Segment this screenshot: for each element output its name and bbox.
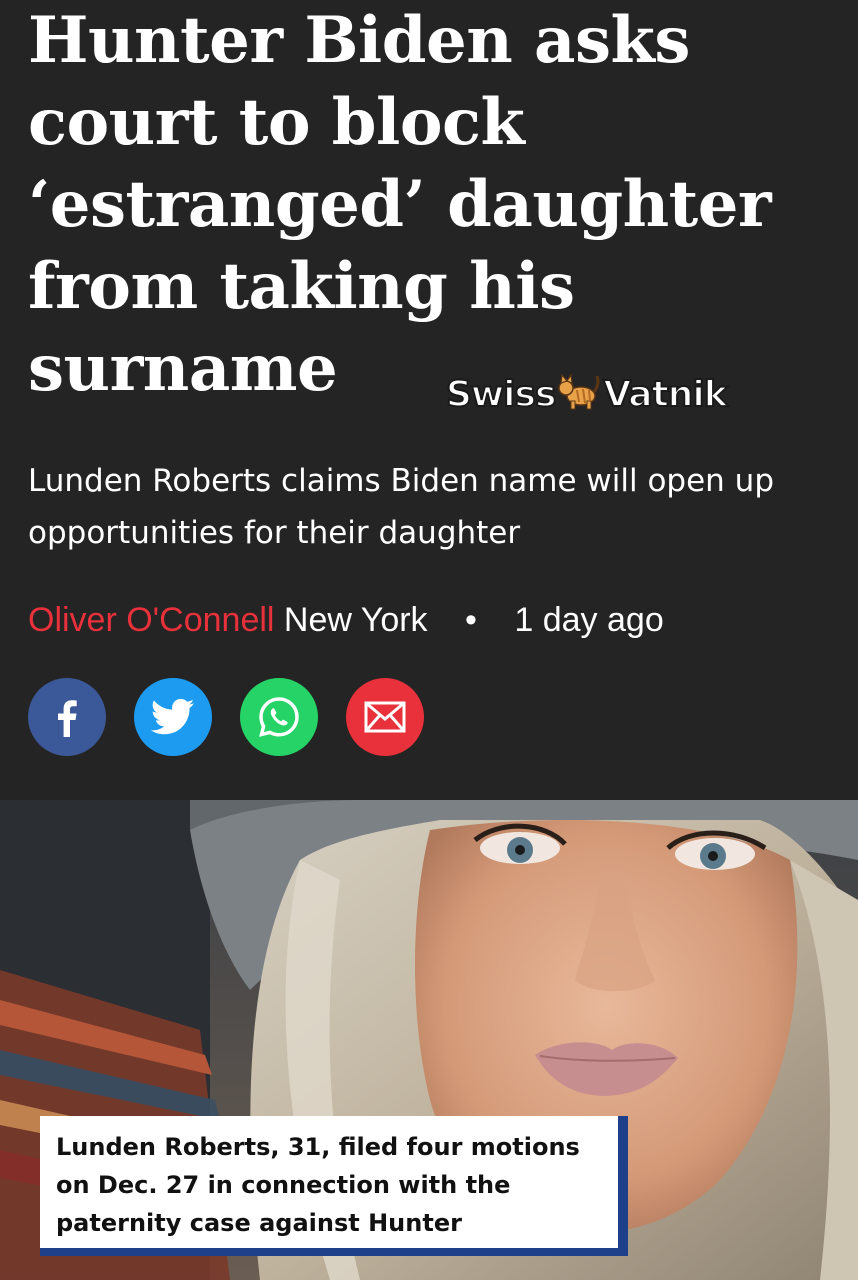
article-photo: Lunden Roberts, 31, filed four motions o…: [0, 800, 858, 1280]
email-icon: [364, 701, 406, 733]
watermark: Swiss Vatnik: [445, 370, 729, 419]
email-share-button[interactable]: [346, 678, 424, 756]
article-header: Hunter Biden asks court to block ‘estran…: [0, 0, 858, 800]
article-subtitle: Lunden Roberts claims Biden name will op…: [28, 463, 774, 551]
facebook-share-button[interactable]: [28, 678, 106, 756]
byline-location: New York: [283, 601, 428, 639]
watermark-right: Vatnik: [602, 373, 728, 416]
author-link[interactable]: Oliver O'Connell: [28, 601, 274, 639]
byline-time: 1 day ago: [514, 601, 664, 639]
whatsapp-icon: [259, 697, 299, 737]
share-bar: [28, 678, 424, 756]
byline-separator: •: [465, 601, 477, 639]
whatsapp-share-button[interactable]: [240, 678, 318, 756]
watermark-left: Swiss: [445, 373, 557, 416]
cat-icon: [557, 370, 601, 419]
byline: Oliver O'Connell New York • 1 day ago: [28, 596, 664, 644]
photo-caption-box: Lunden Roberts, 31, filed four motions o…: [40, 1116, 628, 1256]
photo-caption: Lunden Roberts, 31, filed four motions o…: [56, 1133, 580, 1237]
headline: Hunter Biden asks court to block ‘estran…: [28, 3, 772, 406]
facebook-icon: [58, 700, 77, 737]
twitter-icon: [151, 698, 195, 735]
twitter-share-button[interactable]: [134, 678, 212, 756]
